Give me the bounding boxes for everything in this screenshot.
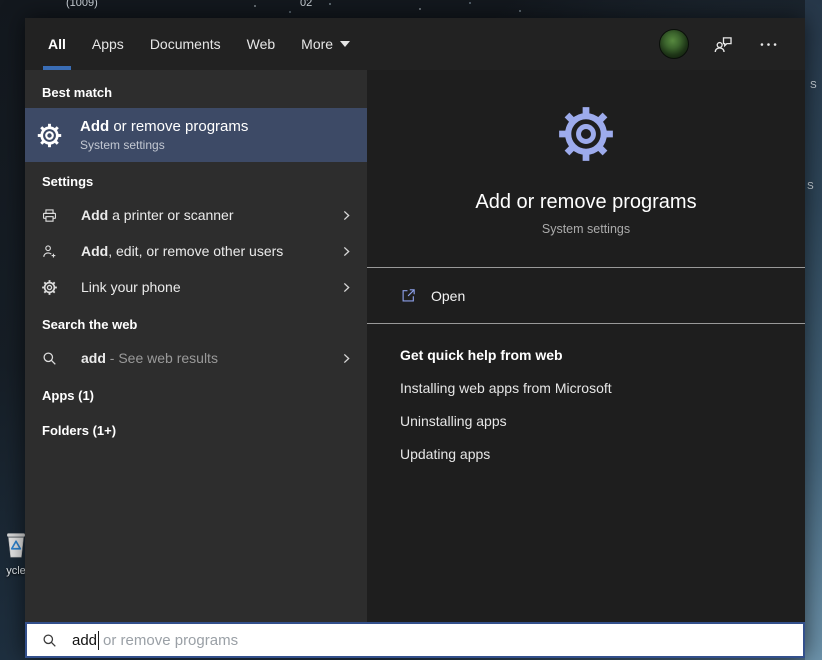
printer-icon <box>41 207 58 224</box>
search-input[interactable]: add or remove programs <box>25 622 805 658</box>
tab-web[interactable]: Web <box>234 18 289 70</box>
launch-icon <box>400 287 417 304</box>
search-icon <box>41 350 58 367</box>
section-best-match: Best match <box>25 70 367 108</box>
result-web-search[interactable]: add - See web results <box>25 340 367 376</box>
user-avatar[interactable] <box>659 29 689 59</box>
tab-documents[interactable]: Documents <box>137 18 234 70</box>
help-link-installing[interactable]: Installing web apps from Microsoft <box>400 380 785 396</box>
quick-help-section: Get quick help from web Installing web a… <box>367 324 805 462</box>
header-actions <box>659 29 779 59</box>
result-add-edit-users[interactable]: Add, edit, or remove other users <box>25 233 367 269</box>
desktop-text-fragment: (1009) <box>66 0 98 9</box>
section-search-the-web: Search the web <box>25 305 367 340</box>
preview-subtitle: System settings <box>367 222 805 237</box>
text-cursor <box>98 631 99 650</box>
preview-hero: Add or remove programs System settings <box>367 70 805 237</box>
best-match-subtitle: System settings <box>80 138 248 152</box>
result-add-printer[interactable]: Add a printer or scanner <box>25 197 367 233</box>
more-options-icon[interactable] <box>758 34 779 55</box>
help-link-updating[interactable]: Updating apps <box>400 446 785 462</box>
user-plus-icon <box>41 243 58 260</box>
desktop-wallpaper-edge <box>805 0 822 660</box>
result-link-your-phone[interactable]: Link your phone <box>25 269 367 305</box>
results-list: Best match Add or remove programs System… <box>25 70 367 622</box>
gear-icon <box>555 103 617 165</box>
chevron-right-icon[interactable] <box>340 281 353 294</box>
chevron-down-icon <box>340 41 350 47</box>
group-apps[interactable]: Apps (1) <box>25 376 367 411</box>
tab-all[interactable]: All <box>35 18 79 70</box>
open-action[interactable]: Open <box>367 268 805 323</box>
best-match-result[interactable]: Add or remove programs System settings <box>25 108 367 162</box>
chevron-right-icon[interactable] <box>340 352 353 365</box>
search-inline-suggestion: or remove programs <box>103 632 238 649</box>
section-settings: Settings <box>25 162 367 197</box>
quick-help-title: Get quick help from web <box>400 347 785 363</box>
desktop-text-fragment: S <box>807 181 814 192</box>
preview-panel: Add or remove programs System settings O… <box>367 70 805 622</box>
filter-tabs: All Apps Documents Web More <box>35 18 363 70</box>
gear-icon <box>36 122 63 149</box>
tab-more[interactable]: More <box>288 18 363 70</box>
open-label: Open <box>431 288 465 304</box>
feedback-icon[interactable] <box>713 34 734 55</box>
search-query-text: add <box>72 632 97 649</box>
search-icon <box>41 632 58 649</box>
group-folders[interactable]: Folders (1+) <box>25 411 367 446</box>
desktop-text-fragment: S <box>810 80 817 91</box>
chevron-right-icon[interactable] <box>340 209 353 222</box>
chevron-right-icon[interactable] <box>340 245 353 258</box>
search-flyout: All Apps Documents Web More <box>25 18 805 658</box>
best-match-title: Add or remove programs <box>80 118 248 136</box>
tab-apps[interactable]: Apps <box>79 18 137 70</box>
desktop-text-fragment: 02 <box>300 0 312 9</box>
gear-icon <box>41 279 58 296</box>
search-header: All Apps Documents Web More <box>25 18 805 70</box>
help-link-uninstalling[interactable]: Uninstalling apps <box>400 413 785 429</box>
preview-title: Add or remove programs <box>367 190 805 214</box>
